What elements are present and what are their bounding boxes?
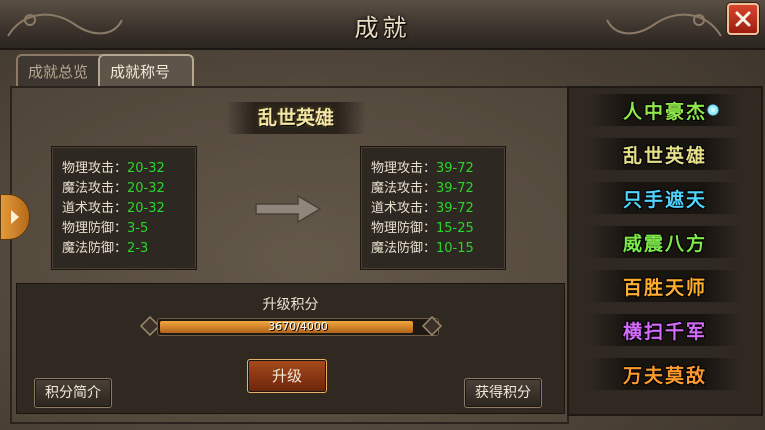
stat-label: 魔法防御：	[371, 241, 437, 256]
stat-label: 物理攻击：	[371, 161, 437, 176]
title-list-item[interactable]: 人中豪杰	[569, 90, 761, 130]
next-stats-box: 物理攻击：39-72 魔法攻击：39-72 道术攻击：39-72 物理防御：15…	[360, 146, 506, 270]
title-name: 百胜天师	[622, 276, 707, 299]
title-list[interactable]: 人中豪杰 乱世英雄 只手遮天 威震八方 百胜天师 横扫千军 万夫莫敌	[567, 86, 763, 416]
title-name: 只手遮天	[622, 188, 707, 211]
stat-value: 39-72	[436, 181, 474, 196]
current-stats-box: 物理攻击：20-32 魔法攻击：20-32 道术攻击：20-32 物理防御：3-…	[51, 146, 197, 270]
title-list-item[interactable]: 百胜天师	[569, 266, 761, 306]
stat-row: 道术攻击：20-32	[62, 201, 165, 217]
stat-row: 物理防御：3-5	[62, 221, 148, 237]
corner-ornament-right	[606, 13, 722, 37]
stat-label: 魔法攻击：	[371, 181, 437, 196]
stat-row: 物理攻击：39-72	[371, 161, 474, 177]
stat-label: 道术攻击：	[62, 201, 128, 216]
title-list-item[interactable]: 只手遮天	[569, 178, 761, 218]
stat-row: 魔法防御：10-15	[371, 241, 474, 257]
selected-marker-icon	[707, 104, 719, 116]
close-icon	[735, 11, 751, 27]
stat-value: 20-32	[127, 181, 165, 196]
title-list-item[interactable]: 横扫千军	[569, 310, 761, 350]
stat-value: 39-72	[436, 161, 474, 176]
stat-label: 物理防御：	[62, 221, 128, 236]
chevron-right-icon	[11, 210, 19, 224]
stat-value: 3-5	[127, 221, 149, 236]
title-name: 乱世英雄	[622, 144, 707, 167]
stat-row: 道术攻击：39-72	[371, 201, 474, 217]
stat-label: 道术攻击：	[371, 201, 437, 216]
tab-achievement-titles[interactable]: 成就称号	[98, 54, 194, 88]
upgrade-progress-bar: 3670/4000	[157, 318, 439, 336]
title-name: 人中豪杰	[622, 100, 707, 123]
stat-value: 15-25	[436, 221, 474, 236]
stat-value: 39-72	[436, 201, 474, 216]
title-list-item[interactable]: 乱世英雄	[569, 134, 761, 174]
upgrade-points-label: 升级积分	[262, 297, 319, 313]
stat-row: 物理防御：15-25	[371, 221, 474, 237]
stat-row: 魔法防御：2-3	[62, 241, 148, 257]
stat-label: 魔法防御：	[62, 241, 128, 256]
close-button[interactable]	[727, 3, 759, 35]
title-list-item[interactable]: 万夫莫敌	[569, 354, 761, 394]
bar-end-cap-right-icon	[421, 315, 443, 337]
stat-row: 魔法攻击：20-32	[62, 181, 165, 197]
stat-value: 10-15	[436, 241, 474, 256]
title-bar: 成就	[0, 0, 765, 50]
achievement-window: 成就 成就总览 成就称号 乱世英雄 物理攻击：20-32 魔法攻击：20-32 …	[0, 0, 765, 430]
upgrade-button[interactable]: 升级	[247, 359, 327, 393]
title-name: 万夫莫敌	[622, 364, 707, 387]
stat-value: 2-3	[127, 241, 149, 256]
stat-row: 魔法攻击：39-72	[371, 181, 474, 197]
stat-label: 魔法攻击：	[62, 181, 128, 196]
progress-text: 3670/4000	[268, 320, 328, 333]
title-list-item[interactable]: 威震八方	[569, 222, 761, 262]
points-info-button[interactable]: 积分简介	[34, 378, 112, 408]
get-points-button[interactable]: 获得积分	[464, 378, 542, 408]
stat-value: 20-32	[127, 201, 165, 216]
stat-label: 物理攻击：	[62, 161, 128, 176]
arrow-right-icon	[255, 194, 322, 224]
title-name: 威震八方	[622, 232, 707, 255]
stat-value: 20-32	[127, 161, 165, 176]
title-name: 横扫千军	[622, 320, 707, 343]
current-title-name: 乱世英雄	[226, 102, 366, 134]
stat-row: 物理攻击：20-32	[62, 161, 165, 177]
stat-label: 物理防御：	[371, 221, 437, 236]
